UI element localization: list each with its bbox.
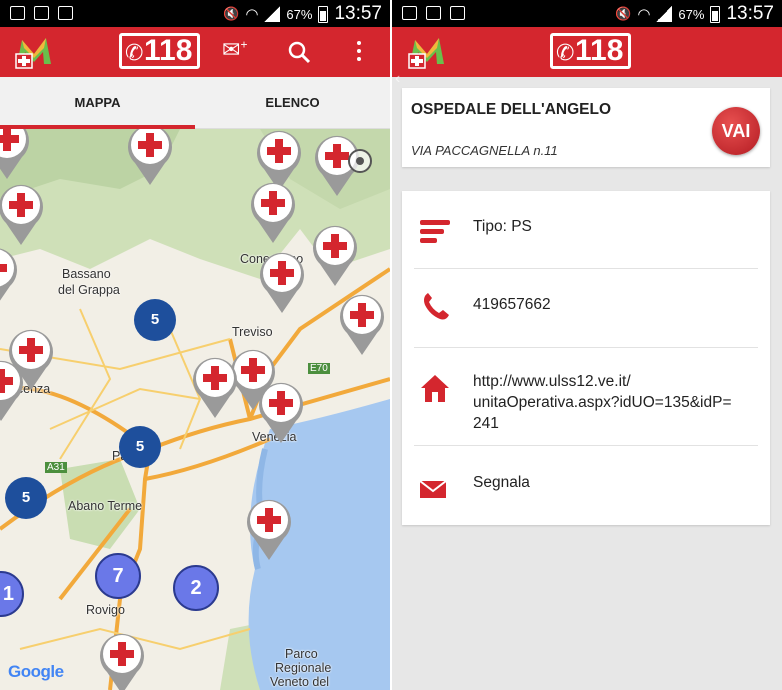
hospital-pin-icon[interactable] <box>190 354 240 420</box>
wifi-icon: ◠ <box>637 6 651 23</box>
cluster-marker[interactable]: 2 <box>173 565 219 611</box>
wifi-icon: ◠ <box>245 6 259 23</box>
map-label: Parco <box>285 647 318 661</box>
signal-icon <box>264 6 281 22</box>
overflow-menu-icon[interactable] <box>357 41 361 65</box>
google-attribution: Google <box>8 662 64 681</box>
mute-icon: 🔇 <box>615 6 632 21</box>
hospital-pin-icon[interactable] <box>256 379 306 445</box>
map-label: Abano Terme <box>68 499 143 513</box>
signal-icon <box>656 6 673 22</box>
file-notification-icon <box>58 6 73 20</box>
app-logo-icon[interactable] <box>14 34 54 70</box>
phone-number[interactable]: 419657662 <box>473 294 551 315</box>
emergency-number: 118 <box>575 34 624 67</box>
phone-row[interactable]: 419657662 <box>402 291 770 331</box>
highway-shield: A31 <box>45 462 67 473</box>
cluster-marker[interactable]: 5 <box>5 477 47 519</box>
app-logo-icon[interactable] <box>407 34 447 70</box>
mail-icon <box>420 480 446 498</box>
phone-handset-icon: ✆ <box>125 40 144 65</box>
battery-icon <box>710 5 721 23</box>
hospital-pin-icon[interactable] <box>0 357 26 423</box>
report-link[interactable]: Segnala <box>473 472 530 493</box>
row-divider <box>414 445 758 446</box>
cluster-marker[interactable]: 7 <box>95 553 141 599</box>
app-bar: ‹ ✆ 118 <box>392 27 782 87</box>
cluster-marker[interactable]: 5 <box>119 426 161 468</box>
tab-elenco[interactable]: ELENCO <box>195 77 390 129</box>
hospital-address: VIA PACCAGNELLA n.11 <box>411 143 558 158</box>
news-notification-icon <box>426 6 441 20</box>
clock: 13:57 <box>334 3 382 24</box>
mute-icon: 🔇 <box>223 6 240 21</box>
map-label: Treviso <box>232 325 273 339</box>
report-row[interactable]: Segnala <box>402 469 770 509</box>
tab-bar: MAPPA ELENCO <box>0 77 390 129</box>
hospital-pin-icon[interactable] <box>244 496 294 562</box>
type-row: Tipo: PS <box>402 213 770 253</box>
phone-handset-icon: ✆ <box>556 40 575 65</box>
battery-icon <box>318 5 329 23</box>
hospital-pin-icon[interactable] <box>0 129 32 181</box>
app-bar: ✆ 118 ✉+ <box>0 27 390 77</box>
map-label: del Grappa <box>58 283 120 297</box>
hospital-card: OSPEDALE DELL'ANGELO VIA PACCAGNELLA n.1… <box>402 88 770 167</box>
map-label: Rovigo <box>86 603 125 617</box>
tab-mappa[interactable]: MAPPA <box>0 77 195 129</box>
map-view[interactable]: Bassano del Grappa Treviso E70 Vicenza V… <box>0 129 390 690</box>
back-icon[interactable]: ‹ <box>395 70 400 88</box>
row-divider <box>414 268 758 269</box>
row-divider <box>414 347 758 348</box>
hospital-name: OSPEDALE DELL'ANGELO <box>411 101 612 118</box>
gallery-notification-icon <box>10 6 25 20</box>
clock: 13:57 <box>726 3 774 24</box>
phone-icon <box>424 293 449 320</box>
website-link[interactable]: http://www.ulss12.ve.it/ unitaOperativa.… <box>473 371 732 434</box>
map-screen: 🔇 ◠ 67% 13:57 ✆ 118 ✉+ MAPPA ELENCO Bass… <box>0 0 390 690</box>
my-location-icon[interactable] <box>348 149 372 173</box>
hospital-pin-icon[interactable] <box>337 291 387 357</box>
map-label: Veneto del <box>270 675 330 689</box>
map-label: Bassano <box>62 267 111 281</box>
map-label: Regionale <box>275 661 332 675</box>
search-icon[interactable] <box>287 40 311 64</box>
add-mail-icon[interactable]: ✉+ <box>222 37 247 63</box>
hospital-pin-icon[interactable] <box>125 129 175 187</box>
emergency-118-badge: ✆ 118 <box>550 33 632 69</box>
file-notification-icon <box>450 6 465 20</box>
detail-screen: 🔇 ◠ 67% 13:57 ‹ ✆ 118 OSPEDALE DELL'ANGE… <box>392 0 782 690</box>
hospital-pin-icon[interactable] <box>0 244 20 310</box>
emergency-number: 118 <box>144 34 193 67</box>
cluster-marker[interactable]: 5 <box>134 299 176 341</box>
hospital-pin-icon[interactable] <box>310 222 360 288</box>
hospital-pin-icon[interactable] <box>248 179 298 245</box>
news-notification-icon <box>34 6 49 20</box>
hospital-pin-icon[interactable] <box>257 249 307 315</box>
battery-percent: 67% <box>678 6 705 22</box>
status-bar: 🔇 ◠ 67% 13:57 <box>392 0 782 27</box>
hospital-pin-icon[interactable] <box>0 181 46 247</box>
hospital-pin-icon[interactable] <box>97 630 147 690</box>
gallery-notification-icon <box>402 6 417 20</box>
battery-percent: 67% <box>286 6 313 22</box>
emergency-118-badge: ✆ 118 <box>119 33 201 69</box>
home-icon <box>421 375 449 402</box>
list-icon <box>420 220 450 243</box>
website-row[interactable]: http://www.ulss12.ve.it/ unitaOperativa.… <box>402 369 770 439</box>
highway-shield: E70 <box>308 363 330 374</box>
type-text: Tipo: PS <box>473 218 532 235</box>
hospital-details-card: Tipo: PS 419657662 http://www.ulss12.ve.… <box>402 191 770 525</box>
navigate-button[interactable]: VAI <box>712 107 760 155</box>
status-bar: 🔇 ◠ 67% 13:57 <box>0 0 390 27</box>
